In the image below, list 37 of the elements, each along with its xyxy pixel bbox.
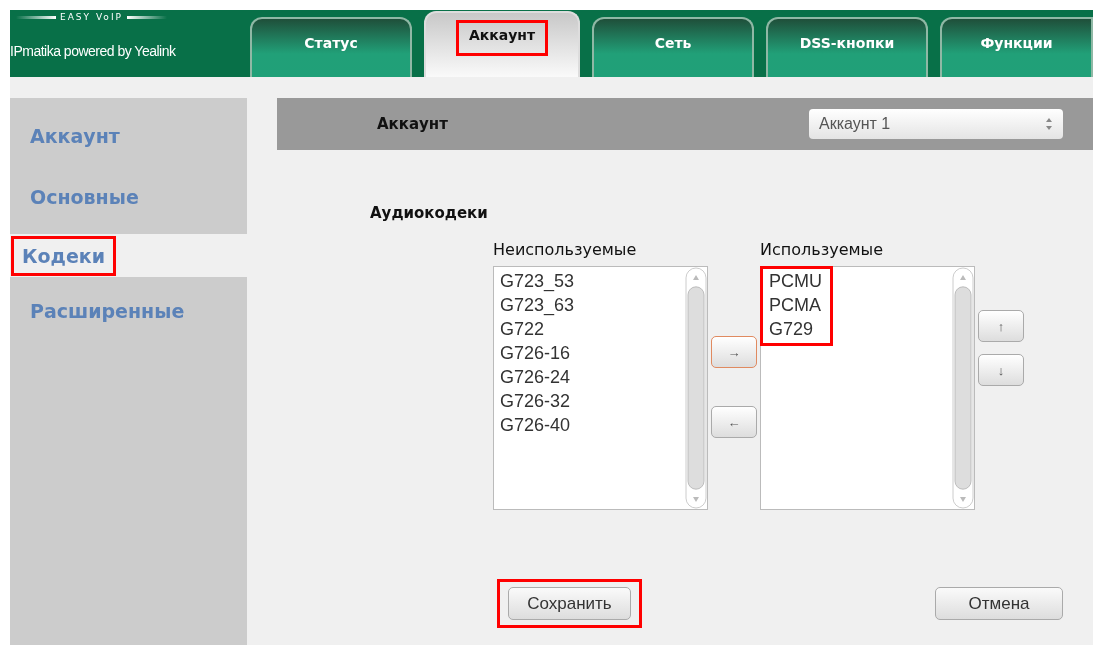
list-option[interactable]: G723_63 [500, 293, 575, 317]
brand-text: IPmatika powered by Yealink [10, 43, 177, 59]
nav-tab[interactable]: Сеть [592, 17, 754, 77]
save-button[interactable]: Сохранить [508, 587, 631, 620]
list-option[interactable]: PCMA [769, 293, 822, 317]
arrow-button[interactable]: ← [711, 406, 757, 438]
list-label: Используемые [760, 240, 885, 261]
list-option[interactable]: G726-32 [500, 389, 575, 413]
highlight-frame: Кодеки [14, 238, 114, 273]
scrollbar[interactable] [685, 267, 707, 509]
list-option[interactable]: PCMU [769, 269, 822, 293]
list-option[interactable]: G726-16 [500, 341, 575, 365]
nav-tab[interactable]: Функции [940, 17, 1093, 77]
spinner-icon [1045, 117, 1053, 131]
account-select[interactable]: Аккаунт 1 [809, 109, 1063, 139]
arrow-button[interactable]: ↓ [978, 354, 1024, 386]
arrow-button[interactable]: ↑ [978, 310, 1024, 342]
account-label: Аккаунт [377, 115, 448, 133]
nav-tab[interactable]: DSS-кнопки [766, 17, 928, 77]
list-option[interactable]: G722 [500, 317, 575, 341]
highlight-frame: Аккаунт [458, 23, 546, 53]
logo-tagline: EASY VoIP [60, 12, 123, 22]
list-label: Неиспользуемые [493, 240, 638, 261]
codec-list[interactable]: G723_53 G723_63 G722 G726-16 G726-24 G726-32 G726-40 [493, 266, 708, 510]
codec-list[interactable]: PCMU PCMA G729 [760, 266, 975, 510]
scrollbar[interactable] [952, 267, 974, 509]
logo-stripe [126, 15, 167, 19]
list-option[interactable]: G726-40 [500, 413, 575, 437]
arrow-button[interactable]: → [711, 336, 757, 368]
list-option[interactable]: G729 [769, 317, 822, 341]
nav-tab[interactable]: Аккаунт [424, 11, 580, 77]
cancel-button[interactable]: Отмена [935, 587, 1063, 620]
list-option[interactable]: G723_53 [500, 269, 575, 293]
logo-stripe [16, 15, 56, 19]
section-title: Аудиокодеки [370, 204, 489, 222]
list-option[interactable]: G726-24 [500, 365, 575, 389]
nav-tab[interactable]: Статус [250, 17, 412, 77]
